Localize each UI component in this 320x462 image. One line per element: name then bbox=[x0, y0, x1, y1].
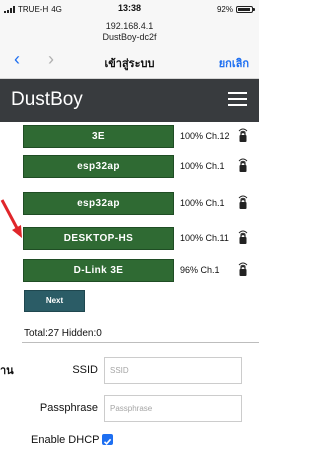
signal-strength: 100% bbox=[180, 198, 204, 208]
signal-strength: 96% bbox=[180, 265, 199, 275]
channel: Ch.11 bbox=[205, 233, 229, 243]
network-info: 100% Ch.12 bbox=[180, 131, 230, 141]
ssid-label: SSID bbox=[72, 364, 98, 376]
network-info: 100% Ch.1 bbox=[180, 198, 225, 208]
cancel-button[interactable]: ยกเลิก bbox=[219, 54, 249, 72]
browser-header: 192.168.4.1 DustBoy-dc2f ‹ › เข้าสู่ระบบ… bbox=[0, 18, 259, 79]
network-info: 96% Ch.1 bbox=[180, 265, 220, 275]
dhcp-label: Enable DHCP bbox=[31, 434, 100, 446]
signal-strength: 100% bbox=[180, 233, 204, 243]
network-row: DESKTOP-HS 100% Ch.11 bbox=[23, 227, 259, 250]
app-header: DustBoy bbox=[0, 79, 259, 122]
network-row: 3E 100% Ch.12 bbox=[23, 125, 259, 148]
network-button[interactable]: D-Link 3E bbox=[23, 259, 174, 282]
app-title: DustBoy bbox=[11, 89, 83, 110]
wifi-lock-icon bbox=[238, 128, 248, 142]
passphrase-label: Passphrase bbox=[39, 402, 98, 414]
hamburger-icon[interactable] bbox=[228, 92, 247, 107]
checkmark-icon bbox=[103, 438, 112, 445]
channel: Ch.1 bbox=[200, 265, 220, 275]
network-info: 100% Ch.11 bbox=[180, 233, 229, 243]
next-button[interactable]: Next bbox=[24, 290, 85, 312]
cropped-text: าน bbox=[0, 365, 14, 377]
network-info: 100% Ch.1 bbox=[180, 161, 225, 171]
ssid-input[interactable] bbox=[104, 357, 242, 384]
channel: Ch.1 bbox=[205, 161, 225, 171]
network-row: esp32ap 100% Ch.1 bbox=[23, 155, 259, 178]
dhcp-checkbox[interactable] bbox=[102, 434, 113, 445]
network-row: D-Link 3E 96% Ch.1 bbox=[23, 259, 259, 282]
address-host: DustBoy-dc2f bbox=[102, 32, 157, 42]
total-count: Total:27 Hidden:0 bbox=[24, 328, 102, 339]
address-ip: 192.168.4.1 bbox=[105, 21, 154, 31]
network-button[interactable]: esp32ap bbox=[23, 192, 174, 215]
wifi-lock-icon bbox=[238, 262, 248, 276]
red-arrow-icon bbox=[0, 199, 22, 238]
battery-percent: 92% bbox=[216, 5, 233, 14]
network-button[interactable]: DESKTOP-HS bbox=[23, 227, 174, 250]
network-row: esp32ap 100% Ch.1 bbox=[23, 192, 259, 215]
network-button[interactable]: 3E bbox=[23, 125, 174, 148]
wifi-lock-icon bbox=[238, 230, 248, 244]
battery-icon bbox=[236, 6, 255, 13]
network-button[interactable]: esp32ap bbox=[23, 155, 174, 178]
divider bbox=[22, 342, 259, 343]
channel: Ch.1 bbox=[205, 198, 225, 208]
status-bar: TRUE-H 4G 13:38 92% bbox=[0, 0, 259, 18]
address-bar[interactable]: 192.168.4.1 DustBoy-dc2f bbox=[0, 21, 259, 43]
passphrase-input[interactable] bbox=[104, 395, 242, 422]
wifi-lock-icon bbox=[238, 158, 248, 172]
signal-strength: 100% bbox=[180, 161, 204, 171]
signal-strength: 100% bbox=[180, 131, 204, 141]
channel: Ch.12 bbox=[205, 131, 230, 141]
wifi-lock-icon bbox=[238, 195, 248, 209]
